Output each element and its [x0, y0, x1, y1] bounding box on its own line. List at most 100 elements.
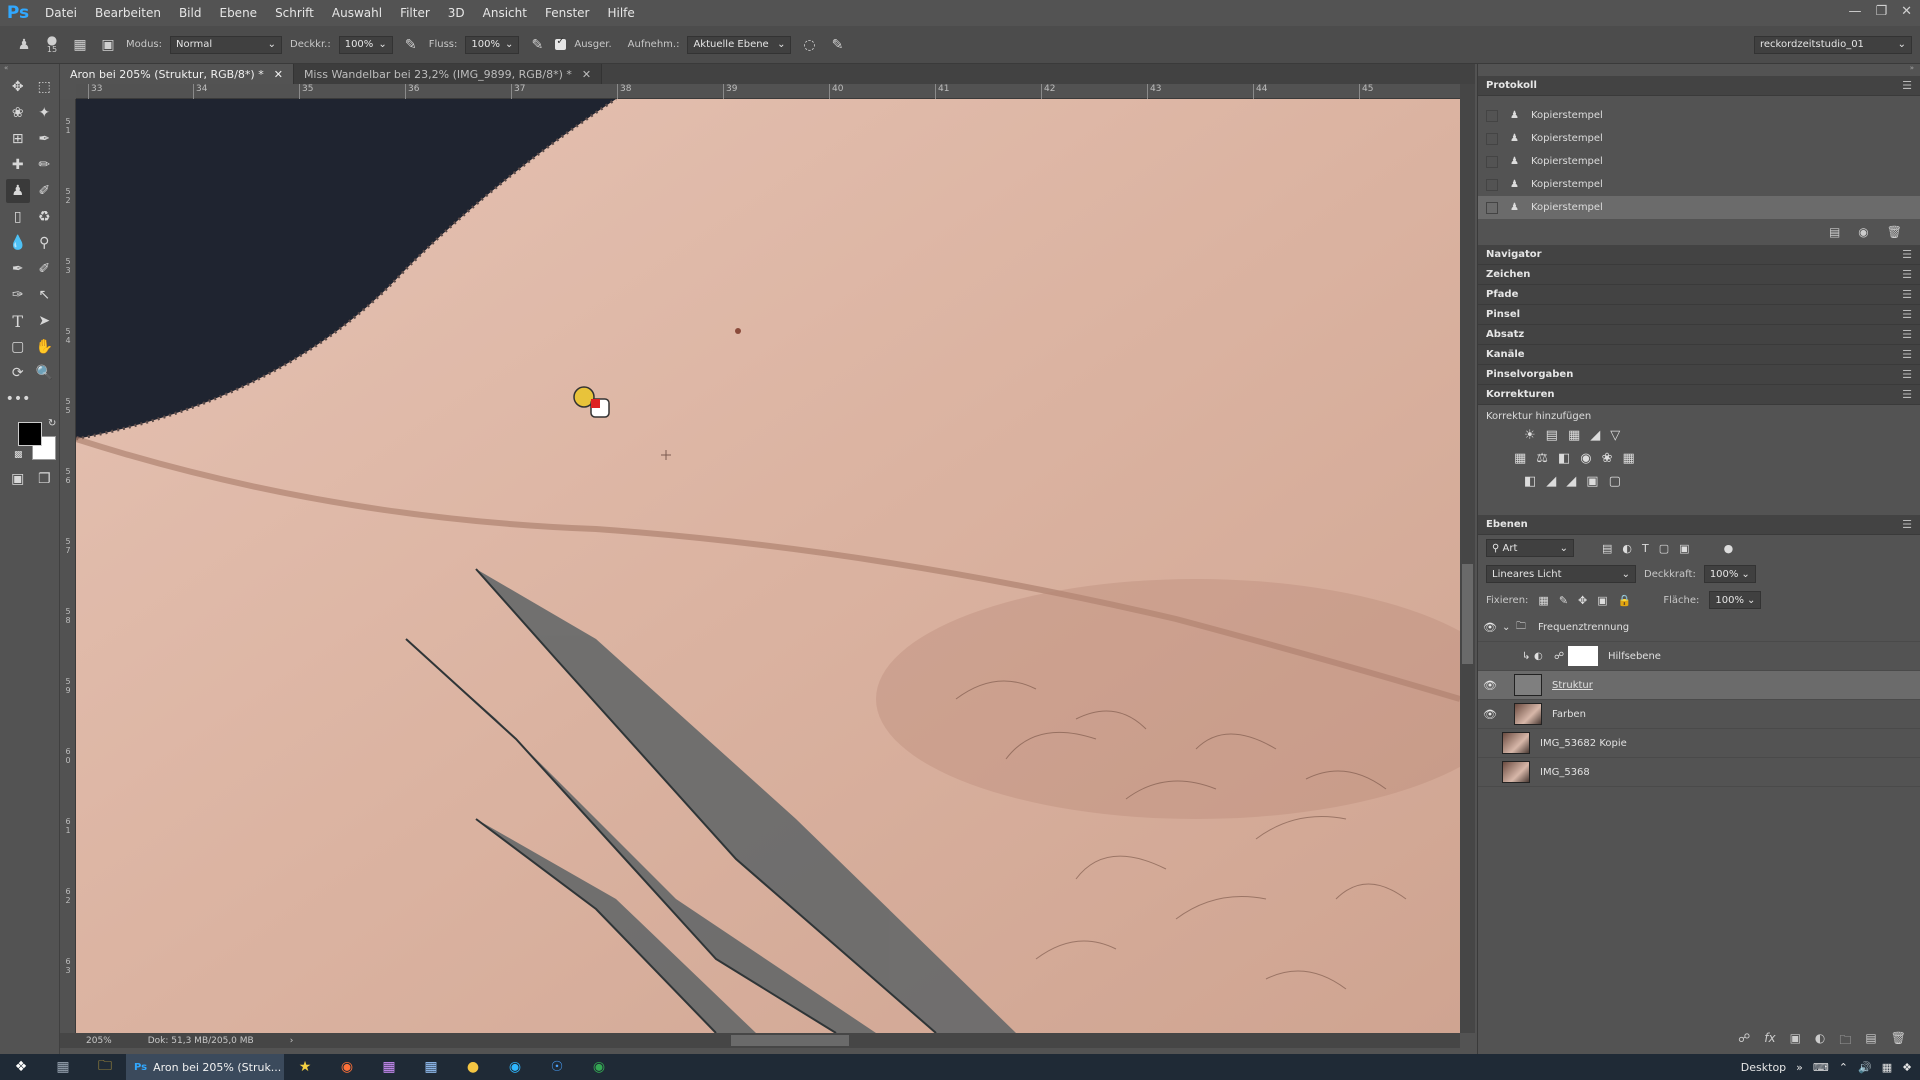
type-filter-icon[interactable]: T [1642, 542, 1649, 555]
screen-mode-icon[interactable]: ❐ [33, 467, 57, 491]
tab-aron[interactable]: Aron bei 205% (Struktur, RGB/8*) * ✕ [60, 64, 294, 84]
rectangle-tool-icon[interactable]: ▢ [6, 335, 30, 359]
eraser-tool-icon[interactable]: ▯ [6, 205, 30, 229]
exposure-icon[interactable]: ◢ [1590, 428, 1600, 443]
lock-pixels-icon[interactable]: ✎ [1559, 594, 1568, 607]
pressure-size-icon[interactable]: ✎ [827, 35, 847, 55]
selective-color-icon[interactable]: ▣ [1586, 474, 1598, 489]
menu-icon[interactable]: ☰ [1902, 79, 1912, 92]
quick-mask-icon[interactable]: ▣ [6, 467, 30, 491]
hue-saturation-icon[interactable]: ▦ [1514, 451, 1526, 466]
firefox-icon[interactable]: ◉ [326, 1054, 368, 1080]
blur-tool-icon[interactable]: 💧 [6, 231, 30, 255]
shape-filter-icon[interactable]: ▢ [1659, 542, 1669, 555]
chevron-right-icon[interactable]: › [290, 1036, 294, 1046]
airbrush-icon[interactable]: ✎ [527, 35, 547, 55]
file-explorer-icon[interactable]: 🗀 [84, 1054, 126, 1080]
healing-brush-tool-icon[interactable]: ✚ [6, 153, 30, 177]
crop-tool-icon[interactable]: ⊞ [6, 127, 30, 151]
new-adjustment-icon[interactable]: ◐ [1815, 1031, 1825, 1052]
menu-hilfe[interactable]: Hilfe [598, 6, 643, 20]
document-canvas[interactable] [76, 99, 1460, 1033]
menu-icon[interactable]: ☰ [1902, 518, 1912, 531]
direct-select-tool-icon[interactable]: ↖ [33, 283, 57, 307]
menu-bearbeiten[interactable]: Bearbeiten [86, 6, 170, 20]
windows-start-icon[interactable]: ❖ [0, 1054, 42, 1080]
history-checkbox[interactable] [1486, 109, 1498, 122]
threshold-icon[interactable]: ◢ [1566, 474, 1576, 489]
history-checkbox[interactable] [1486, 155, 1498, 168]
freeform-pen-tool-icon[interactable]: ✐ [33, 257, 57, 281]
dropbox-icon[interactable]: ❖ [1902, 1061, 1912, 1074]
menu-auswahl[interactable]: Auswahl [323, 6, 391, 20]
menu-bild[interactable]: Bild [170, 6, 211, 20]
menu-icon[interactable]: ☰ [1902, 328, 1912, 341]
link-icon[interactable]: ☍ [1546, 651, 1564, 662]
layer-thumb[interactable] [1514, 674, 1542, 696]
history-item[interactable]: ♟ Kopierstempel [1478, 127, 1920, 150]
folder-app-icon[interactable]: ● [452, 1054, 494, 1080]
pen-tool-icon[interactable]: ✒ [6, 257, 30, 281]
brightness-icon[interactable]: ☀ [1524, 428, 1536, 443]
browser-icon[interactable]: ◉ [494, 1054, 536, 1080]
sample-select[interactable]: Aktuelle Ebene ⌄ [687, 35, 792, 54]
task-view-icon[interactable]: ▦ [42, 1054, 84, 1080]
layer-thumb[interactable] [1502, 761, 1530, 783]
eyedropper-tool-icon[interactable]: ✒ [33, 127, 57, 151]
history-checkbox[interactable] [1486, 201, 1498, 214]
brush-size-picker[interactable]: ● 15 [42, 34, 62, 55]
move-tool-icon[interactable]: ✥ [6, 75, 30, 99]
menu-icon[interactable]: ☰ [1902, 388, 1912, 401]
ignore-adjustment-layers-icon[interactable]: ◌ [799, 35, 819, 55]
mode-select[interactable]: Normal ⌄ [170, 35, 283, 54]
restore-icon[interactable]: ❐ [1875, 4, 1887, 19]
brush-panel-icon[interactable]: ▦ [70, 35, 90, 55]
chevron-up-icon[interactable]: ⌃ [1839, 1061, 1848, 1074]
camera-icon[interactable]: ◉ [1858, 225, 1868, 239]
rotate-view-tool-icon[interactable]: ⟳ [6, 361, 30, 385]
menu-icon[interactable]: ☰ [1902, 288, 1912, 301]
menu-ansicht[interactable]: Ansicht [474, 6, 536, 20]
lock-all-icon[interactable]: 🔒 [1618, 594, 1632, 607]
keyboard-icon[interactable]: ⌨ [1813, 1061, 1829, 1074]
layer-mask-thumb[interactable] [1568, 646, 1598, 666]
swap-colors-icon[interactable]: ↻ [48, 418, 56, 429]
black-white-icon[interactable]: ◧ [1558, 451, 1570, 466]
new-layer-icon[interactable]: ▤ [1865, 1031, 1876, 1052]
close-icon[interactable]: ✕ [582, 68, 591, 81]
color-balance-icon[interactable]: ⚖ [1536, 451, 1548, 466]
panel-pinsel[interactable]: Pinsel ☰ [1478, 305, 1920, 325]
close-icon[interactable]: ✕ [274, 68, 283, 81]
photo-filter-icon[interactable]: ◉ [1580, 451, 1591, 466]
tab-miss-wandelbar[interactable]: Miss Wandelbar bei 23,2% (IMG_9899, RGB/… [293, 64, 603, 84]
new-document-icon[interactable]: ▤ [1829, 225, 1840, 239]
layer-row-selected[interactable]: 👁 Struktur [1478, 671, 1920, 700]
menu-ebene[interactable]: Ebene [210, 6, 266, 20]
layer-filter-select[interactable]: ⚲ Art ⌄ [1486, 539, 1574, 557]
invert-icon[interactable]: ◧ [1524, 474, 1536, 489]
history-item-selected[interactable]: ♟ Kopierstempel [1478, 196, 1920, 219]
layer-opacity-field[interactable]: 100% ⌄ [1703, 565, 1756, 583]
premiere-icon[interactable]: ▦ [368, 1054, 410, 1080]
desktop-toolbar-label[interactable]: Desktop [1741, 1061, 1786, 1074]
clone-stamp-tool-preset-icon[interactable]: ♟ [14, 35, 34, 55]
lock-position-icon[interactable]: ✥ [1578, 594, 1587, 607]
trash-icon[interactable]: 🗑 [1887, 225, 1902, 239]
menu-3d[interactable]: 3D [439, 6, 474, 20]
zoom-tool-icon[interactable]: 🔍 [33, 361, 57, 385]
color-lookup-icon[interactable]: ▦ [1623, 451, 1635, 466]
chrome-icon[interactable]: ◉ [578, 1054, 620, 1080]
paint-bucket-tool-icon[interactable]: ♻ [33, 205, 57, 229]
default-colors-icon[interactable]: ▩ [14, 450, 23, 460]
layer-row[interactable]: 👁 Farben [1478, 700, 1920, 729]
safari-icon[interactable]: ☉ [536, 1054, 578, 1080]
lock-artboard-icon[interactable]: ▣ [1597, 594, 1607, 607]
smart-object-filter-icon[interactable]: ▣ [1679, 542, 1689, 555]
marquee-tool-icon[interactable]: ⬚ [33, 75, 57, 99]
panel-pinselvorgaben[interactable]: Pinselvorgaben ☰ [1478, 365, 1920, 385]
aligned-checkbox[interactable] [555, 36, 567, 50]
layer-thumb[interactable] [1502, 732, 1530, 754]
layers-panel-header[interactable]: Ebenen ☰ [1478, 515, 1920, 535]
fill-field[interactable]: 100% ⌄ [1709, 591, 1762, 609]
layer-thumb[interactable] [1514, 703, 1542, 725]
